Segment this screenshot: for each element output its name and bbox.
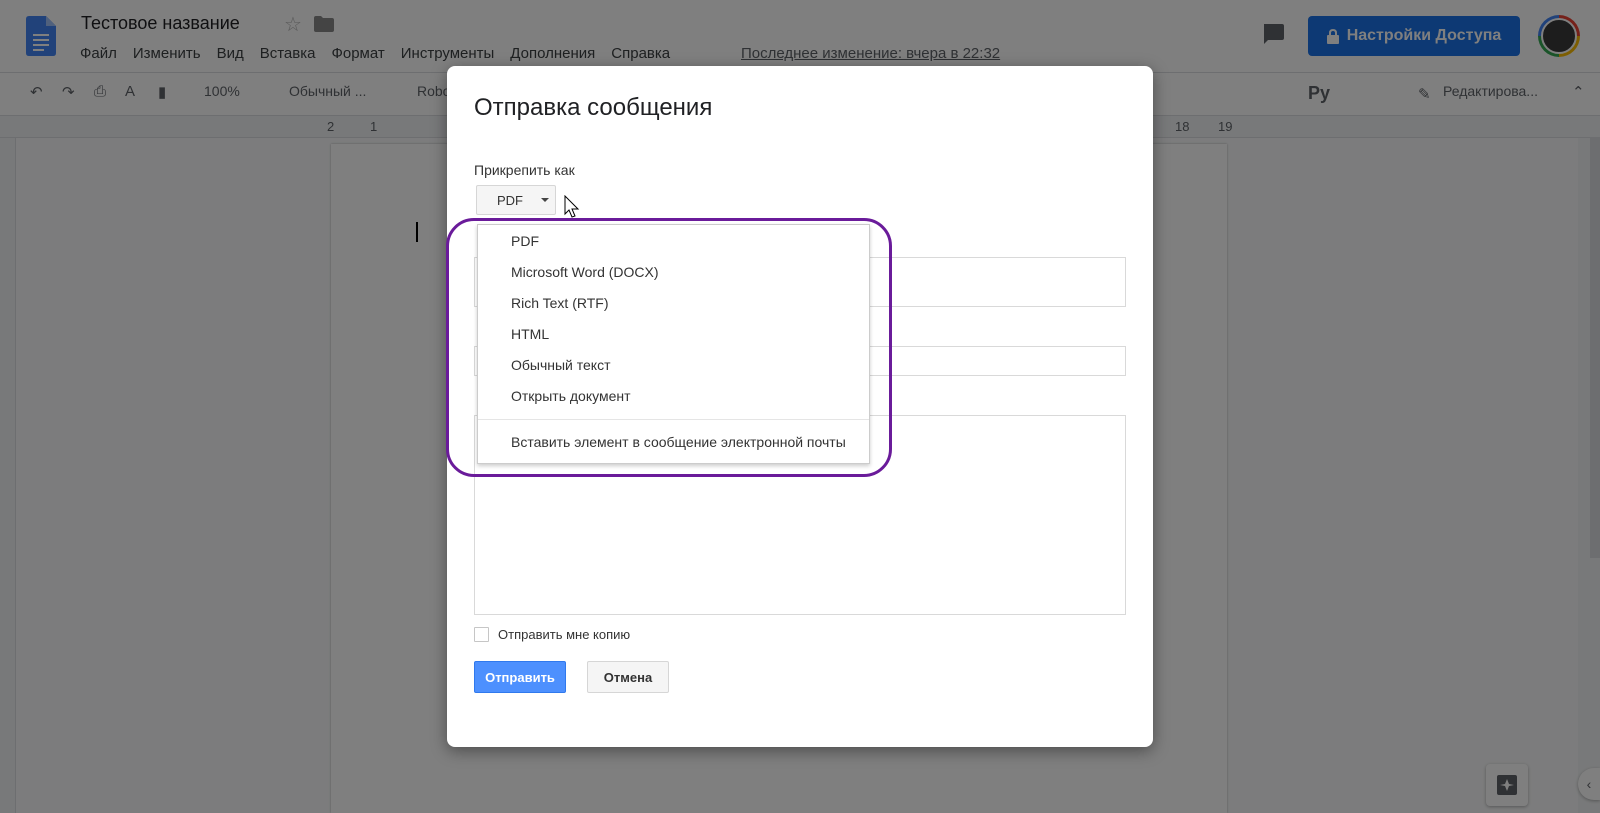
format-option-html[interactable]: HTML — [511, 326, 549, 342]
format-option-rtf[interactable]: Rich Text (RTF) — [511, 295, 609, 311]
format-dropdown-menu: PDF Microsoft Word (DOCX) Rich Text (RTF… — [477, 224, 870, 464]
chevron-down-icon — [541, 198, 549, 202]
format-option-pdf[interactable]: PDF — [511, 233, 539, 249]
attach-format-value: PDF — [497, 192, 523, 208]
send-copy-checkbox[interactable] — [474, 627, 489, 642]
attach-as-label: Прикрепить как — [474, 162, 575, 178]
mouse-pointer-icon — [564, 195, 580, 218]
format-option-plain-text[interactable]: Обычный текст — [511, 357, 611, 373]
format-option-odt[interactable]: Открыть документ — [511, 388, 631, 404]
format-option-inline[interactable]: Вставить элемент в сообщение электронной… — [511, 434, 846, 450]
send-copy-row[interactable]: Отправить мне копию — [474, 627, 630, 642]
send-copy-label: Отправить мне копию — [498, 627, 631, 642]
format-option-docx[interactable]: Microsoft Word (DOCX) — [511, 264, 659, 280]
cancel-button[interactable]: Отмена — [587, 661, 669, 693]
send-button[interactable]: Отправить — [474, 661, 566, 693]
dialog-title: Отправка сообщения — [474, 94, 713, 121]
menu-divider — [478, 419, 869, 420]
attach-format-select[interactable]: PDF — [476, 185, 556, 215]
